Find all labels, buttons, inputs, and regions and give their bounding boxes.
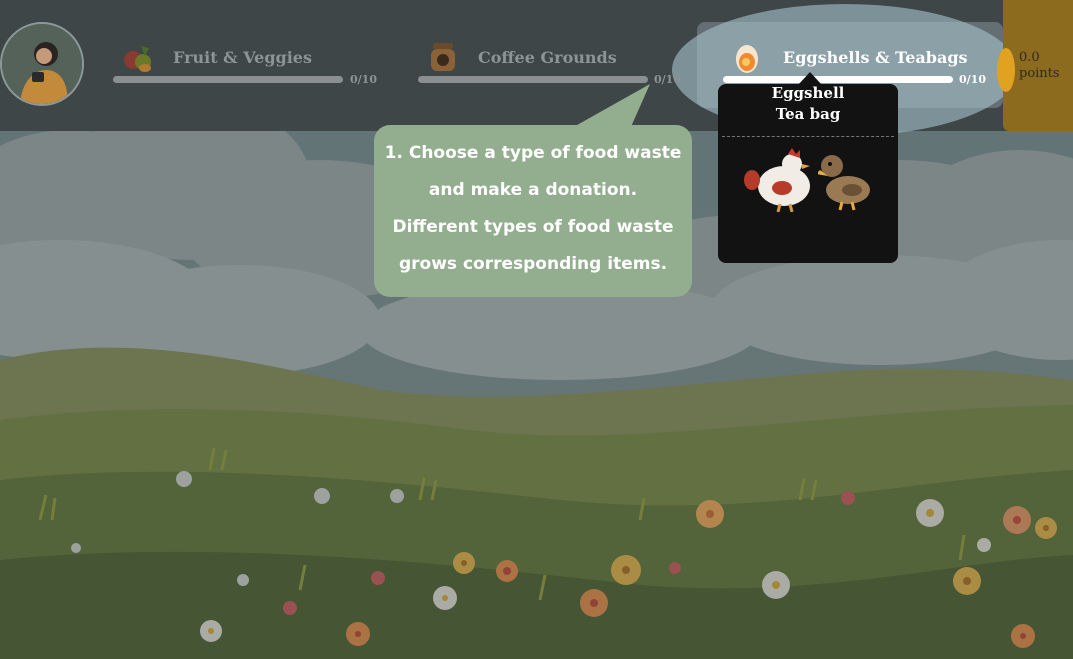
- progress-bar: [113, 76, 343, 83]
- chicken-icon: [744, 148, 810, 212]
- tutorial-text: 1. Choose a type of food waste and make …: [374, 135, 692, 283]
- category-fruit-veggies[interactable]: Fruit & Veggies 0/10: [113, 40, 381, 90]
- tooltip-item-teabag: Tea bag: [775, 105, 841, 123]
- tooltip-item-eggshell: Eggshell: [771, 84, 845, 102]
- tutorial-line: Different types of food waste: [392, 217, 674, 237]
- category-tooltip: Eggshell Tea bag: [718, 72, 898, 263]
- category-label: Fruit & Veggies: [173, 48, 312, 67]
- tutorial-line: 1. Choose a type of food waste: [384, 143, 682, 163]
- category-eggshells-teabags[interactable]: Eggshells & Teabags 0/10: [723, 40, 991, 90]
- progress-bar: [418, 76, 648, 83]
- points-display: 0.0 points: [1019, 50, 1060, 82]
- points-value: 0.0: [1019, 50, 1040, 65]
- tooltip-divider: [722, 136, 894, 137]
- category-label: Eggshells & Teabags: [783, 48, 968, 67]
- tutorial-line: and make a donation.: [428, 180, 638, 200]
- user-avatar[interactable]: [0, 22, 84, 106]
- category-coffee-grounds[interactable]: Coffee Grounds 0/10: [418, 40, 686, 90]
- duck-icon: [818, 155, 870, 211]
- fruit-veggies-icon: [121, 40, 155, 74]
- progress-bar: [723, 76, 953, 83]
- tutorial-line: grows corresponding items.: [398, 254, 668, 274]
- category-label: Coffee Grounds: [478, 48, 617, 67]
- progress-count: 0/10: [350, 73, 377, 86]
- avatar-photo-icon: [2, 24, 82, 104]
- eggshell-icon: [731, 40, 765, 74]
- points-label: points: [1019, 66, 1060, 81]
- points-indicator: [997, 48, 1015, 92]
- progress-count: 0/10: [959, 73, 986, 86]
- tutorial-speech-bubble: 1. Choose a type of food waste and make …: [374, 125, 692, 297]
- coffee-jar-icon: [426, 40, 460, 74]
